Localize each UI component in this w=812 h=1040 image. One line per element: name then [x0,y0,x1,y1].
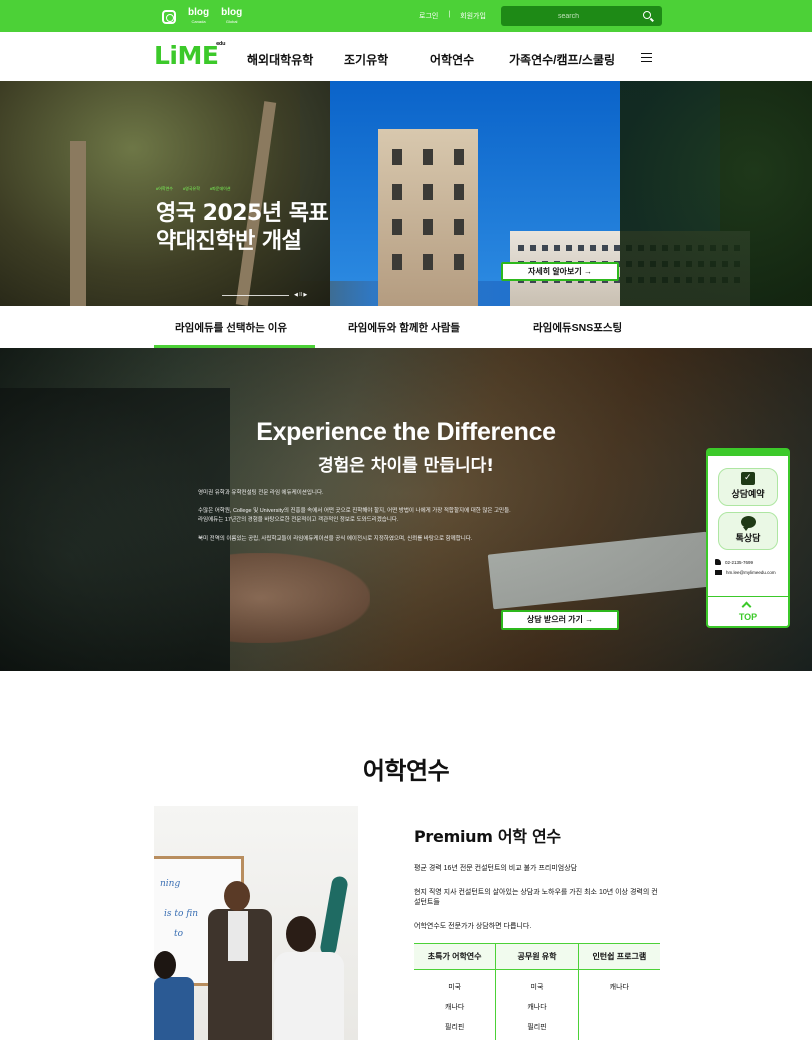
program-desc-3: 어학연수도 전문가가 상담하면 다릅니다. [414,923,532,930]
mail-icon [715,570,722,575]
auth-links: 로그인 | 회원가입 [419,11,486,21]
blog-canada-link[interactable]: blog Canada [188,8,209,26]
hero-title: 영국 2025년 목표 약대진학반 개설 [156,200,329,256]
tab-sns[interactable]: 라임에듀SNS포스팅 [533,320,622,335]
program-table: 초특가 어학연수 공무원 유학 인턴쉽 프로그램 미국 캐나다 필리핀 영국 미… [414,943,660,1040]
program-heading: Premium 어학 연수 [414,827,561,846]
logo-text: LiME [154,41,219,70]
tab-people[interactable]: 라임에듀와 함께한 사람들 [348,320,460,335]
blog-global-link[interactable]: blog Global [221,8,242,26]
search-icon[interactable] [643,11,651,19]
hero-tree-right [620,81,812,306]
signup-link[interactable]: 회원가입 [460,11,486,21]
hero-tower-building [378,129,478,306]
nav-item-family-camp[interactable]: 가족연수/캠프/스쿨링 [509,51,615,68]
program-desc-2: 현지 직영 지사 컨설턴트의 살아있는 상담과 노하우를 가진 최소 10년 이… [414,889,658,906]
top-bar: blog Canada blog Global 로그인 | 회원가입 [0,0,812,32]
experience-section: Experience the Difference 경험은 차이를 만듭니다! … [0,348,812,671]
table-header-cell[interactable]: 초특가 어학연수 [414,944,497,969]
slide-progress-bar [222,295,289,296]
table-header-cell[interactable]: 인턴쉽 프로그램 [579,944,660,969]
section-tabs: 라임에듀를 선택하는 이유 라임에듀와 함께한 사람들 라임에듀SNS포스팅 [0,306,812,348]
email-address: hm.lee@mylimeedu.com [726,570,776,575]
table-header: 초특가 어학연수 공무원 유학 인턴쉽 프로그램 [414,944,660,970]
chevron-up-icon [741,601,752,612]
hamburger-icon[interactable] [641,53,652,62]
learn-more-button[interactable]: 자세히 알아보기 → [501,262,619,281]
blog-sub-label: Global [225,19,238,24]
chat-bubble-icon [741,516,756,531]
search-input[interactable] [501,6,636,26]
photo-teacher [204,881,284,1040]
auth-separator: | [448,11,451,18]
booking-label: 상담예약 [731,489,765,499]
email-contact[interactable]: hm.lee@mylimeedu.com [715,570,776,575]
board-scribble: ning [160,879,181,889]
booking-button[interactable]: 상담예약 [718,468,778,506]
phone-number: 02-2135-7699 [725,559,754,565]
top-label: TOP [738,612,758,622]
table-body: 미국 캐나다 필리핀 영국 미국 캐나다 필리핀 캐나다 [414,970,660,1040]
table-header-cell[interactable]: 공무원 유학 [496,944,579,969]
table-cell[interactable]: 필리핀 [414,1018,495,1038]
hero-tag: #어학연수 [156,186,173,191]
logo[interactable]: LiME edu [154,41,226,70]
photo-student [154,951,194,1040]
tab-why-lime[interactable]: 라임에듀를 선택하는 이유 [175,320,287,335]
hero-tags: #어학연수 #영국유학 #파운데이션 [156,186,231,192]
go-consult-button[interactable]: 상담 받으러 가기 → [501,610,619,630]
talk-consult-button[interactable]: 톡상담 [718,512,778,550]
program-desc-1: 평균 경력 16년 전문 컨설턴트의 비교 불가 프리미엄상담 [414,865,578,872]
nav-item-language-training[interactable]: 어학연수 [430,51,474,68]
table-column: 미국 캐나다 필리핀 영국 [414,970,497,1040]
scroll-top-button[interactable]: TOP [708,596,788,628]
table-cell[interactable]: 캐나다 [579,978,660,998]
phone-icon [715,559,721,565]
blog-sub-label: Canada [191,19,206,24]
experience-para-2b: 라임에듀는 17년간의 경험을 바탕으로한 전문적이고 객관적인 정보로 도와드… [198,517,399,523]
slide-pager-controls[interactable]: ◀ II ▶ [294,292,307,298]
experience-para-1: 영미권 유학과 유학컨설팅 전문 라임 에듀케이션입니다. [198,490,324,496]
login-link[interactable]: 로그인 [419,11,438,21]
board-scribble: to [174,929,184,939]
logo-sup: edu [216,41,226,47]
table-column: 미국 캐나다 필리핀 [496,970,579,1040]
search-box [501,6,662,26]
experience-para-2a: 수많은 어학원, College 및 University의 진흥을 속에서 어… [198,508,511,514]
section-title: 어학연수 [362,757,450,785]
main-nav: LiME edu 해외대학유학 조기유학 어학연수 가족연수/캠프/스쿨링 [0,32,812,81]
calendar-check-icon [741,472,755,485]
experience-title-ko: 경험은 차이를 만듭니다! [318,456,494,476]
hero-banner: #어학연수 #영국유학 #파운데이션 영국 2025년 목표 약대진학반 개설 … [0,81,812,306]
classroom-photo: ning is to fin to [154,806,358,1040]
hero-title-line2: 약대진학반 개설 [156,229,302,254]
experience-title-en: Experience the Difference [256,418,556,446]
hero-tag: #영국유학 [182,186,200,191]
phone-contact[interactable]: 02-2135-7699 [715,559,753,565]
table-cell[interactable]: 미국 [496,978,577,998]
program-info: Premium 어학 연수 평균 경력 16년 전문 컨설턴트의 비교 불가 프… [414,823,664,946]
table-column: 캐나다 [579,970,660,1040]
board-scribble: is to fin [164,909,199,919]
table-cell[interactable]: 필리핀 [496,1018,577,1038]
social-links: blog Canada blog Global [162,8,242,26]
hero-title-line1: 영국 2025년 목표 [156,201,329,226]
hero-tree-left [0,81,330,306]
table-cell[interactable]: 캐나다 [414,998,495,1018]
nav-item-university[interactable]: 해외대학유학 [247,51,313,68]
table-cell[interactable]: 캐나다 [496,998,577,1018]
nav-item-early-study[interactable]: 조기유학 [344,51,388,68]
hero-tag: #파운데이션 [209,186,231,191]
photo-student [274,875,354,1040]
quick-contact-widget: 상담예약 톡상담 02-2135-7699 hm.lee@mylimeedu.c… [706,448,790,628]
talk-label: 톡상담 [735,533,761,543]
instagram-icon[interactable] [162,10,176,24]
table-cell[interactable]: 미국 [414,978,495,998]
experience-para-3: 북미 전역의 이름있는 공립, 사립학교들이 라임에듀케이션을 공식 에이전시로… [198,536,473,542]
